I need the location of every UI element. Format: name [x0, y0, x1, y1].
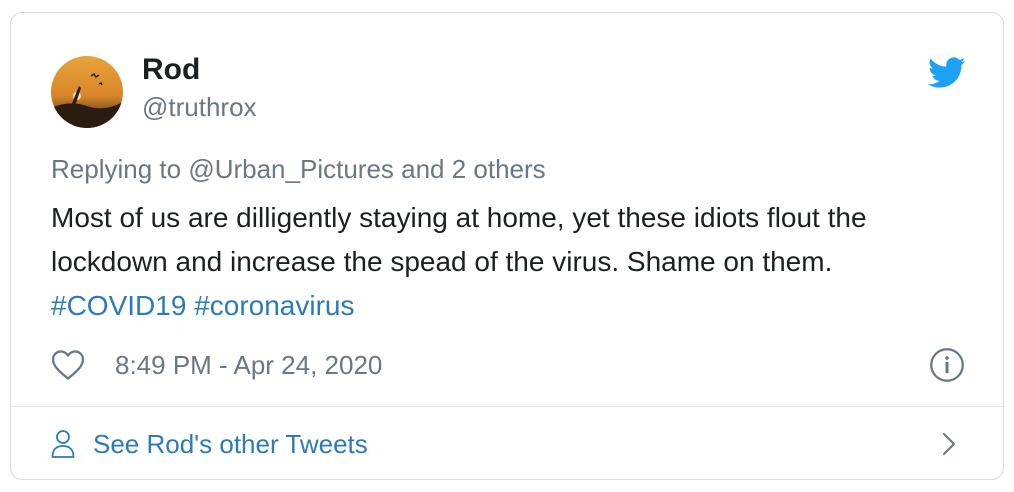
replying-suffix: and 2 others — [393, 154, 546, 184]
tweet-timestamp[interactable]: 8:49 PM - Apr 24, 2020 — [115, 349, 382, 381]
tweet-body: Most of us are dilligently staying at ho… — [51, 202, 867, 277]
tweet-card[interactable]: Rod @truthrox Replying to @Urban_Picture… — [10, 12, 1004, 480]
replying-to-mention[interactable]: @Urban_Pictures — [188, 154, 394, 184]
info-icon[interactable] — [929, 347, 965, 383]
person-icon — [51, 429, 75, 459]
hashtag-link[interactable]: #coronavirus — [194, 290, 354, 321]
avatar[interactable] — [51, 56, 123, 128]
replying-prefix: Replying to — [51, 154, 189, 184]
footer-divider — [11, 406, 1003, 407]
replying-to-line: Replying to @Urban_Pictures and 2 others — [51, 153, 546, 185]
hashtag-link[interactable]: #COVID19 — [51, 290, 186, 321]
see-other-tweets-link[interactable]: See Rod's other Tweets — [51, 427, 368, 461]
user-display-name[interactable]: Rod — [142, 52, 200, 88]
see-other-tweets-label[interactable]: See Rod's other Tweets — [93, 428, 368, 460]
user-handle[interactable]: @truthrox — [142, 91, 257, 123]
chevron-right-icon[interactable] — [941, 431, 957, 457]
heart-icon[interactable] — [51, 349, 85, 381]
twitter-bird-icon[interactable] — [928, 57, 966, 89]
tweet-text: Most of us are dilligently staying at ho… — [51, 196, 951, 328]
